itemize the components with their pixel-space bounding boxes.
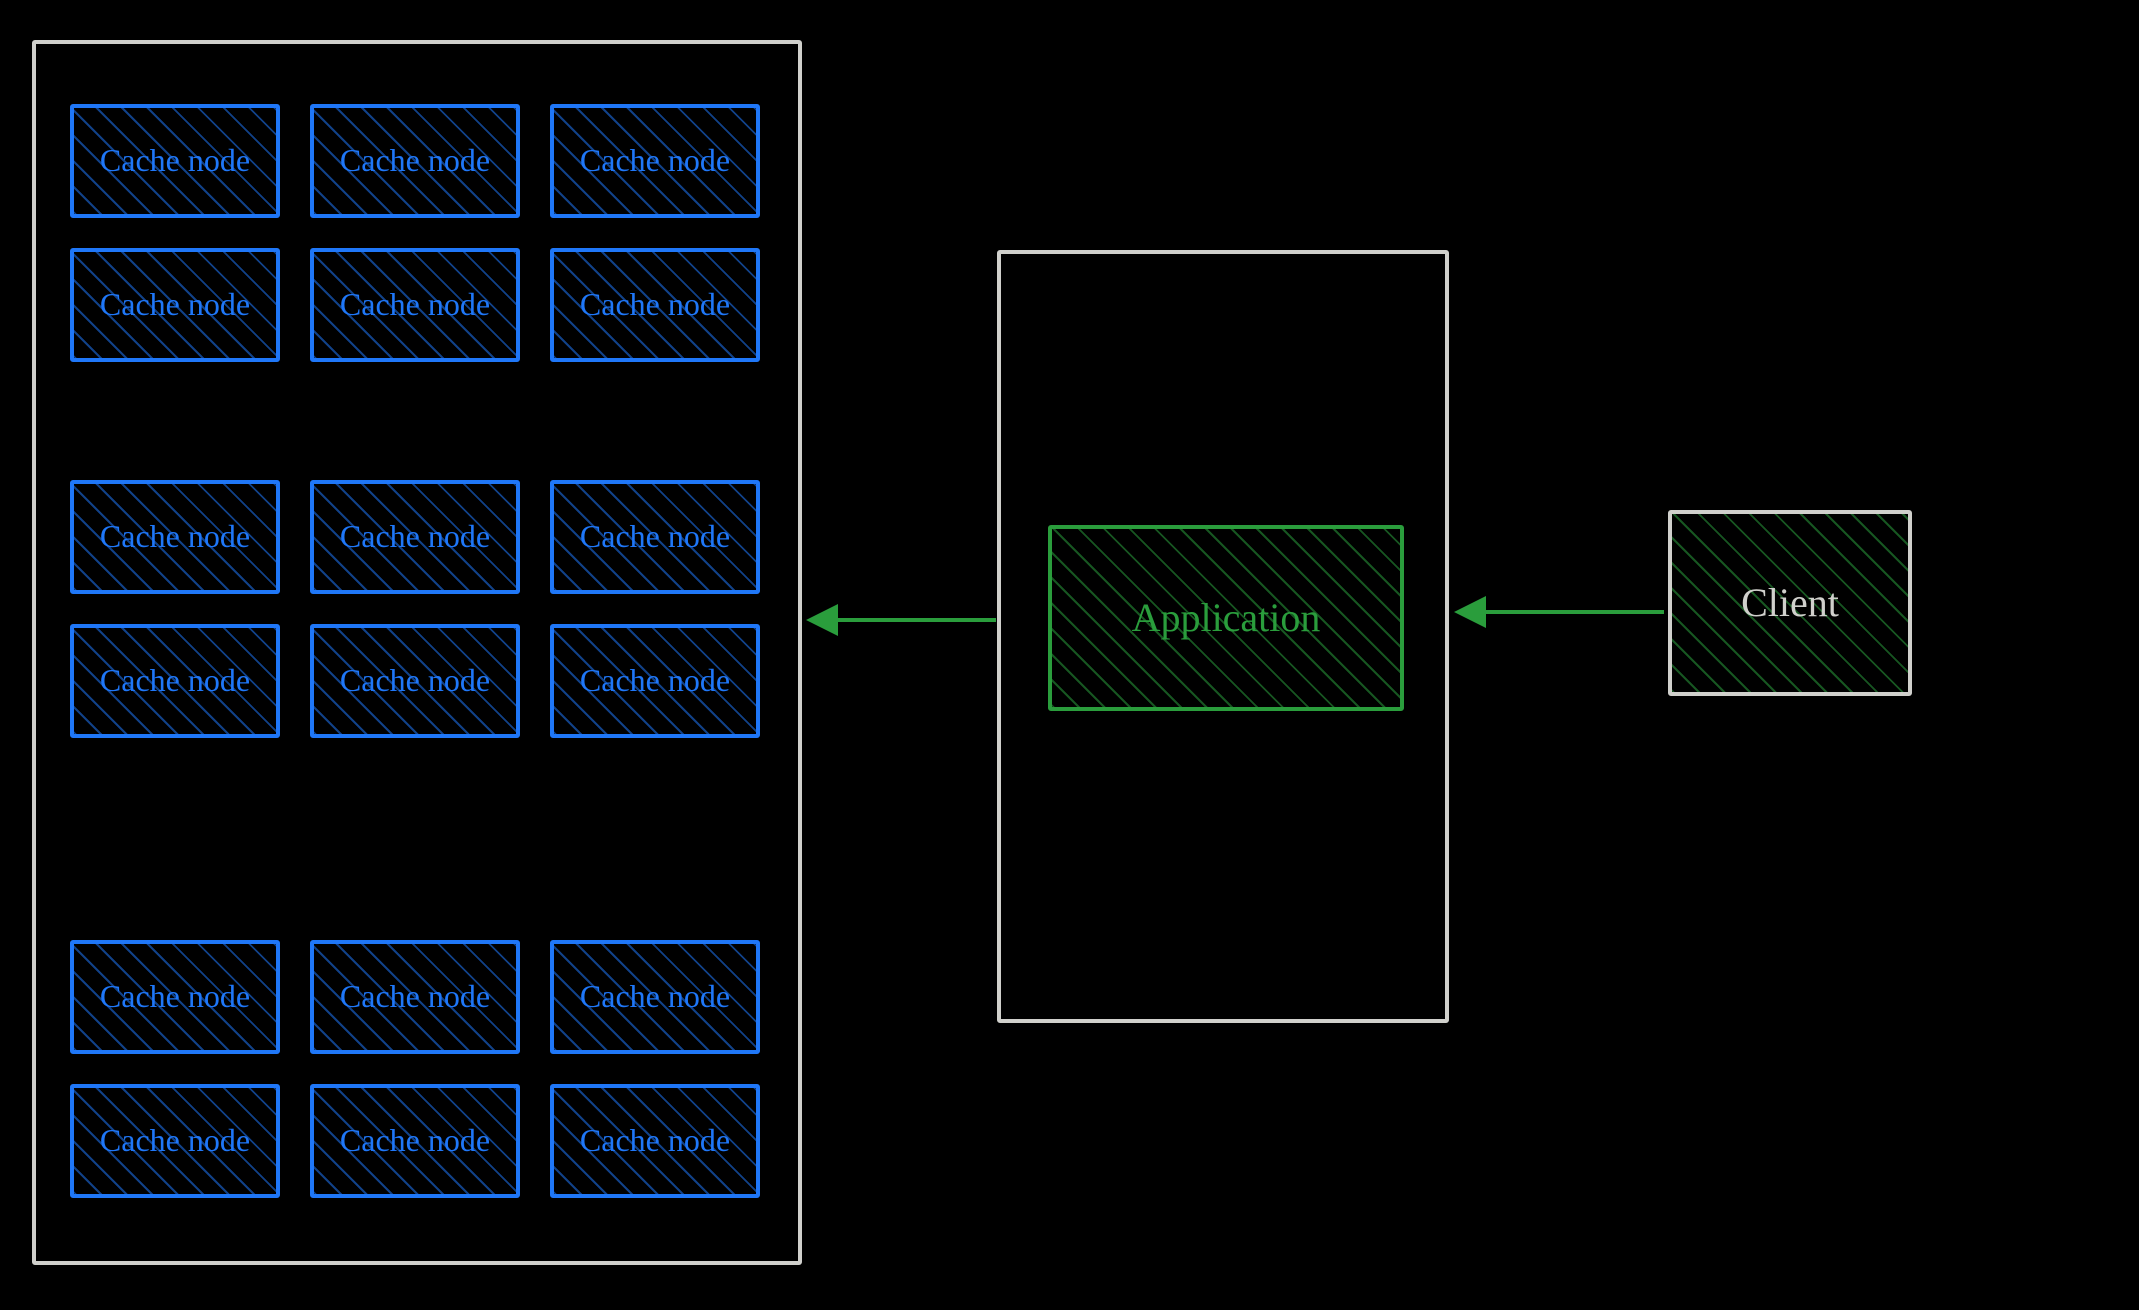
cache-node: Cache node (70, 940, 280, 1054)
cache-node: Cache node (70, 104, 280, 218)
cache-node: Cache node (310, 248, 520, 362)
cache-node: Cache node (310, 624, 520, 738)
arrow-head-icon (806, 604, 838, 636)
client-label: Client (1741, 581, 1839, 625)
cache-node: Cache node (550, 480, 760, 594)
cache-node: Cache node (70, 1084, 280, 1198)
application-box: Application (1048, 525, 1404, 711)
cache-node: Cache node (550, 1084, 760, 1198)
cache-node: Cache node (70, 248, 280, 362)
cache-node: Cache node (310, 940, 520, 1054)
cache-node: Cache node (70, 624, 280, 738)
application-label: Application (1132, 596, 1321, 640)
cache-node: Cache node (70, 480, 280, 594)
cache-node: Cache node (310, 1084, 520, 1198)
cache-node: Cache node (550, 104, 760, 218)
cache-node: Cache node (310, 480, 520, 594)
cache-node: Cache node (550, 624, 760, 738)
client-box: Client (1668, 510, 1912, 696)
arrow-head-icon (1454, 596, 1486, 628)
cache-node: Cache node (310, 104, 520, 218)
cache-node: Cache node (550, 940, 760, 1054)
diagram-canvas: Cache node Cache node Cache node Cache n… (0, 0, 2139, 1310)
cache-node: Cache node (550, 248, 760, 362)
